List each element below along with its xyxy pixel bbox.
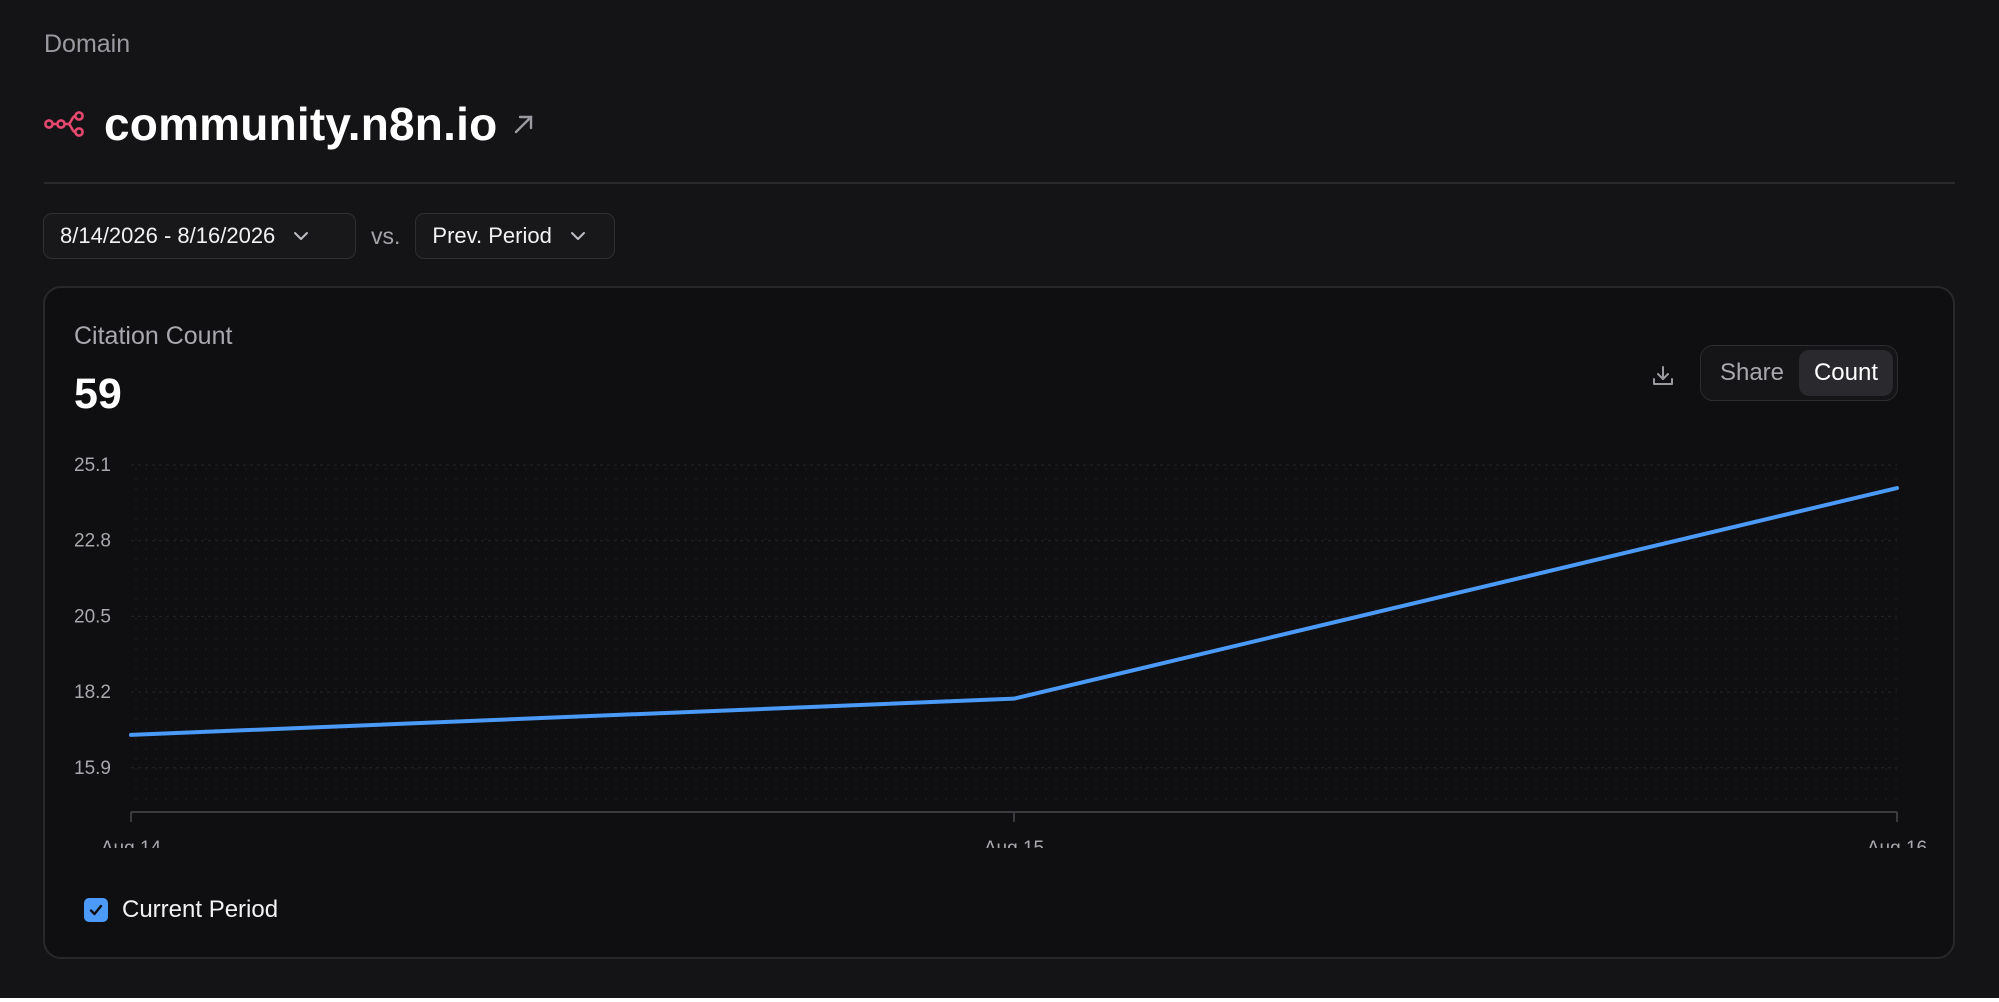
chevron-down-icon [570, 227, 588, 245]
compare-period-dropdown[interactable]: Prev. Period [415, 213, 616, 259]
header-divider [44, 182, 1955, 184]
page: Domain community.n8n.io 8/14/2026 - 8/16… [0, 0, 1999, 1002]
title-row: community.n8n.io [44, 96, 537, 152]
legend-label: Current Period [122, 896, 279, 923]
y-tick-label: 25.1 [74, 455, 111, 476]
date-range-value: 8/14/2026 - 8/16/2026 [60, 223, 276, 248]
vs-label: vs. [371, 222, 401, 249]
x-tick-label: Aug 16 [1867, 838, 1927, 848]
page-bottom-edge [0, 998, 1999, 1002]
filter-bar: 8/14/2026 - 8/16/2026 vs. Prev. Period [43, 212, 616, 260]
x-tick-label: Aug 15 [984, 838, 1044, 848]
current-period-checkbox[interactable] [84, 898, 108, 922]
chart-legend: Current Period [84, 896, 278, 924]
chart-axes [130, 811, 1898, 822]
chevron-down-icon [293, 227, 311, 245]
y-tick-label: 20.5 [74, 606, 111, 627]
compare-period-value: Prev. Period [432, 223, 552, 248]
y-tick-label: 15.9 [74, 758, 111, 779]
y-tick-label: 22.8 [74, 531, 111, 552]
arrow-up-right-icon[interactable] [513, 112, 537, 136]
chart-plot-area [131, 465, 1897, 804]
date-range-dropdown[interactable]: 8/14/2026 - 8/16/2026 [43, 213, 356, 259]
citation-line-chart: 25.1 22.8 20.5 18.2 15.9 Aug 14 Aug 15 Aug 16 [74, 455, 1927, 848]
page-eyebrow: Domain [44, 30, 131, 58]
x-tick-label: Aug 14 [101, 838, 162, 848]
workflow-nodes-icon [44, 111, 86, 137]
y-tick-label: 18.2 [74, 682, 111, 703]
page-title: community.n8n.io [104, 98, 498, 150]
citation-count-card: Citation Count 59 Share Count 25.1 22.8 … [43, 286, 1955, 959]
